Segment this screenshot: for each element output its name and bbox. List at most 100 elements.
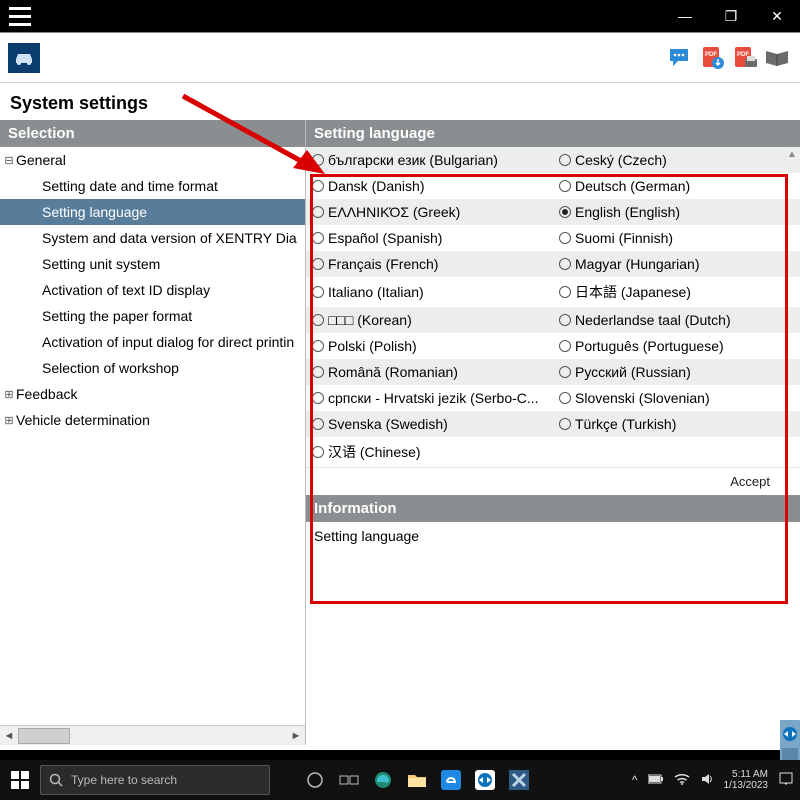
radio-icon[interactable] <box>559 258 571 270</box>
language-option[interactable]: Dansk (Danish) <box>306 173 553 199</box>
tree-item[interactable]: Selection of workshop <box>0 355 305 381</box>
teamviewer-icon[interactable] <box>470 765 500 795</box>
radio-icon[interactable] <box>559 392 571 404</box>
language-option[interactable]: български език (Bulgarian) <box>306 147 553 173</box>
language-option[interactable]: Русский (Russian) <box>553 359 800 385</box>
minimize-button[interactable]: — <box>662 0 708 32</box>
tree-item-label: Setting date and time format <box>42 178 218 194</box>
radio-icon[interactable] <box>312 418 324 430</box>
radio-icon[interactable] <box>312 286 324 298</box>
start-button[interactable] <box>0 760 40 800</box>
tray-battery-icon[interactable] <box>648 773 664 787</box>
notifications-icon[interactable] <box>778 771 794 790</box>
accept-button[interactable]: Accept <box>720 471 780 492</box>
language-option[interactable]: ΕΛΛΗΝΙΚΌΣ (Greek) <box>306 199 553 225</box>
language-option[interactable]: Español (Spanish) <box>306 225 553 251</box>
ie-icon[interactable] <box>436 765 466 795</box>
radio-icon[interactable] <box>559 286 571 298</box>
radio-icon[interactable] <box>312 232 324 244</box>
language-option[interactable]: □□□ (Korean) <box>306 307 553 333</box>
language-option[interactable]: Nederlandse taal (Dutch) <box>553 307 800 333</box>
tree-item[interactable]: System and data version of XENTRY Dia <box>0 225 305 251</box>
tree-item[interactable]: ⊟General <box>0 147 305 173</box>
language-option[interactable]: Português (Portuguese) <box>553 333 800 359</box>
pdf-download-icon[interactable]: PDF <box>698 43 728 73</box>
radio-icon[interactable] <box>559 154 571 166</box>
tree-item[interactable]: Setting date and time format <box>0 173 305 199</box>
radio-icon[interactable] <box>559 418 571 430</box>
tray-volume-icon[interactable] <box>700 772 714 789</box>
language-option[interactable]: Deutsch (German) <box>553 173 800 199</box>
tree-item[interactable]: Setting the paper format <box>0 303 305 329</box>
book-icon[interactable] <box>762 43 792 73</box>
pdf-print-icon[interactable]: PDF <box>730 43 760 73</box>
scroll-thumb[interactable] <box>18 726 287 745</box>
language-label: Polski (Polish) <box>328 338 417 354</box>
maximize-button[interactable]: ❐ <box>708 0 754 32</box>
radio-icon[interactable] <box>312 340 324 352</box>
content-pane: Setting language български език (Bulgari… <box>306 120 800 745</box>
tree-item[interactable]: Setting unit system <box>0 251 305 277</box>
tree-item[interactable]: ⊞Feedback <box>0 381 305 407</box>
language-option[interactable]: Svenska (Swedish) <box>306 411 553 437</box>
scroll-left-icon[interactable]: ◄ <box>0 730 18 742</box>
expander-icon[interactable]: ⊟ <box>2 154 16 167</box>
radio-icon[interactable] <box>312 154 324 166</box>
close-button[interactable]: ✕ <box>754 0 800 32</box>
language-header: Setting language <box>306 120 800 147</box>
tree-item-label: Activation of input dialog for direct pr… <box>42 334 294 350</box>
xentry-icon[interactable] <box>504 765 534 795</box>
taskbar: Type here to search ^ 5:11 AM 1/13/2023 <box>0 760 800 800</box>
chat-icon[interactable] <box>666 43 696 73</box>
radio-icon[interactable] <box>559 340 571 352</box>
language-option[interactable]: Suomi (Finnish) <box>553 225 800 251</box>
radio-icon[interactable] <box>312 314 324 326</box>
edge-icon[interactable] <box>368 765 398 795</box>
expander-icon[interactable]: ⊞ <box>2 388 16 401</box>
clock[interactable]: 5:11 AM 1/13/2023 <box>724 769 769 791</box>
scroll-up-icon[interactable]: ▲ <box>786 149 798 163</box>
task-view-icon[interactable] <box>334 765 364 795</box>
language-option[interactable]: српски - Hrvatski jezik (Serbo-C... <box>306 385 553 411</box>
toolbar: PDF PDF <box>0 33 800 83</box>
radio-icon[interactable] <box>559 232 571 244</box>
radio-icon[interactable] <box>559 206 571 218</box>
tree-item[interactable]: Activation of text ID display <box>0 277 305 303</box>
language-option[interactable]: Polski (Polish) <box>306 333 553 359</box>
radio-icon[interactable] <box>559 180 571 192</box>
language-option[interactable]: Ceský (Czech) <box>553 147 800 173</box>
vehicle-button[interactable] <box>8 43 40 73</box>
radio-icon[interactable] <box>312 392 324 404</box>
tree-item[interactable]: Setting language <box>0 199 305 225</box>
cortana-icon[interactable] <box>300 765 330 795</box>
language-option[interactable]: Slovenski (Slovenian) <box>553 385 800 411</box>
language-option[interactable]: Türkçe (Turkish) <box>553 411 800 437</box>
hamburger-menu-button[interactable] <box>0 0 40 32</box>
horizontal-scrollbar[interactable]: ◄ ► <box>0 725 305 745</box>
tray-wifi-icon[interactable] <box>674 773 690 788</box>
radio-icon[interactable] <box>312 206 324 218</box>
tree-item[interactable]: Activation of input dialog for direct pr… <box>0 329 305 355</box>
radio-icon[interactable] <box>312 366 324 378</box>
language-option[interactable]: Magyar (Hungarian) <box>553 251 800 277</box>
settings-tree[interactable]: ⊟General Setting date and time format Sett… <box>0 147 305 436</box>
file-explorer-icon[interactable] <box>402 765 432 795</box>
radio-icon[interactable] <box>559 314 571 326</box>
tray-overflow-icon[interactable]: ^ <box>632 773 638 787</box>
expander-icon[interactable]: ⊞ <box>2 414 16 427</box>
radio-icon[interactable] <box>312 180 324 192</box>
language-option[interactable]: 汉语 (Chinese) <box>306 437 553 467</box>
radio-icon[interactable] <box>312 258 324 270</box>
language-option[interactable]: English (English) <box>553 199 800 225</box>
tree-item[interactable]: ⊞Vehicle determination <box>0 407 305 433</box>
language-label: български език (Bulgarian) <box>328 152 498 168</box>
language-option[interactable]: 日本語 (Japanese) <box>553 277 800 307</box>
clock-time: 5:11 AM <box>724 769 769 780</box>
search-input[interactable]: Type here to search <box>40 765 270 795</box>
radio-icon[interactable] <box>559 366 571 378</box>
radio-icon[interactable] <box>312 446 324 458</box>
scroll-right-icon[interactable]: ► <box>287 730 305 742</box>
language-option[interactable]: Română (Romanian) <box>306 359 553 385</box>
language-option[interactable]: Français (French) <box>306 251 553 277</box>
language-option[interactable]: Italiano (Italian) <box>306 277 553 307</box>
